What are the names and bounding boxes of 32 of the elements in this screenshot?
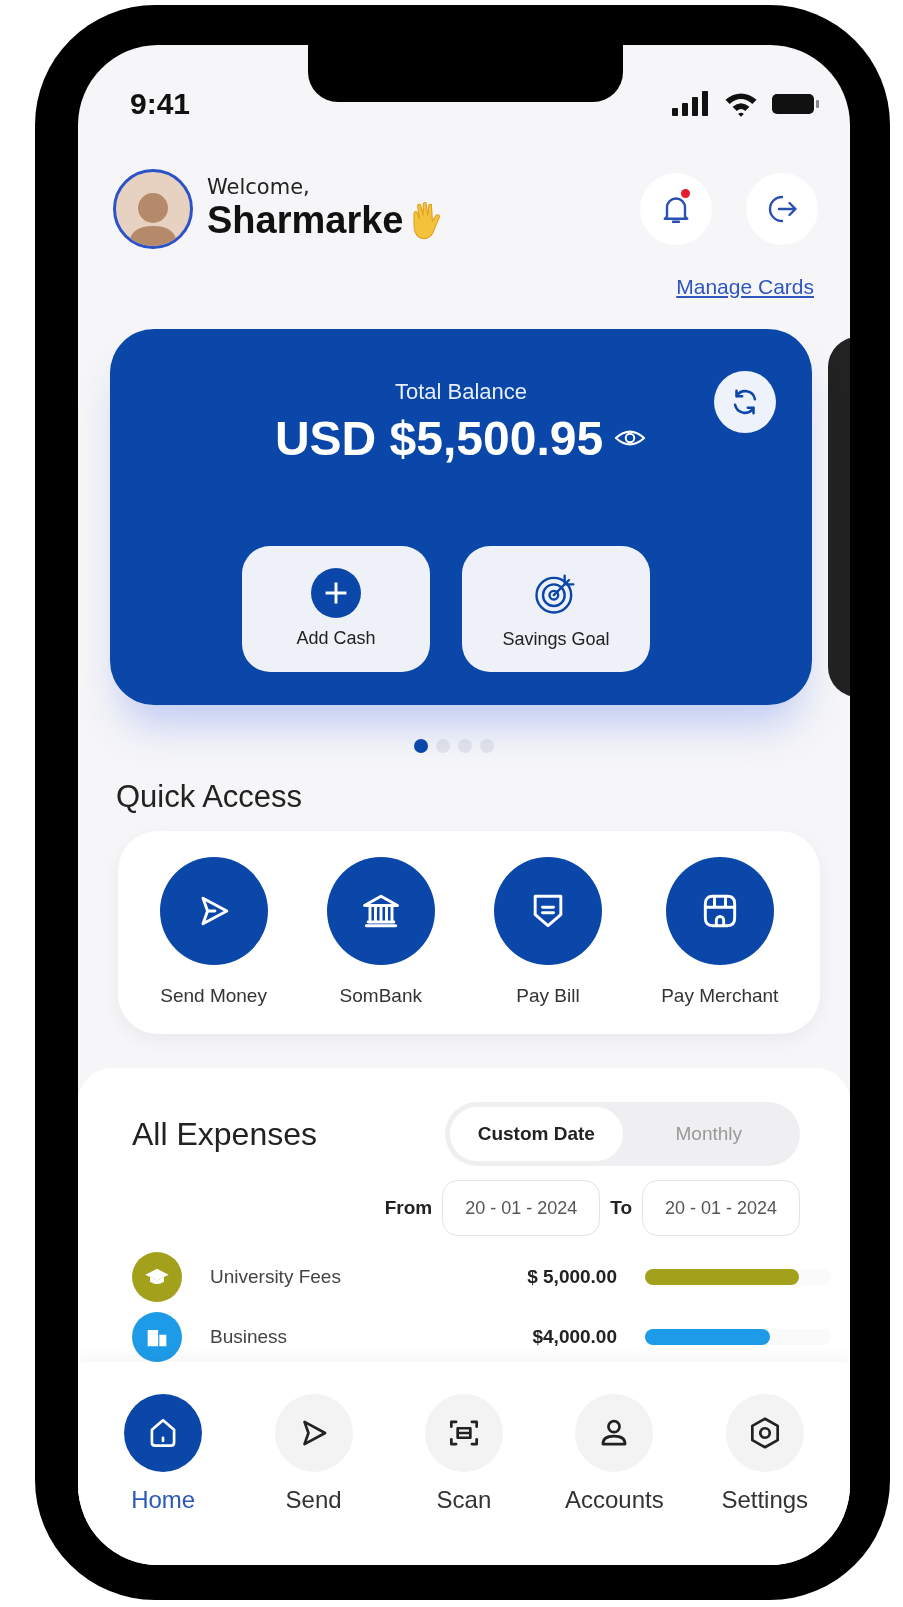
category-amount: $ 5,000.00 xyxy=(526,1266,617,1289)
carousel-dot[interactable] xyxy=(414,738,428,753)
card-action-button[interactable]: Add Cash xyxy=(242,545,430,672)
signal-icon xyxy=(672,90,710,117)
section-title: Quick Access xyxy=(115,777,304,815)
card-action-button[interactable]: Savings Goal xyxy=(462,545,650,672)
balance-label: Total Balance xyxy=(394,378,528,405)
nav-tab[interactable]: Send xyxy=(243,1394,384,1515)
nav-tab[interactable]: Home xyxy=(93,1394,234,1515)
nav-tab[interactable]: Scan xyxy=(393,1394,534,1515)
period-tab[interactable]: Custom Date xyxy=(450,1107,623,1162)
date-field[interactable]: 20 - 01 - 2024 xyxy=(442,1180,601,1237)
category-name: Business xyxy=(210,1326,289,1349)
date-field[interactable]: 20 - 01 - 2024 xyxy=(642,1180,800,1237)
section-title: All Expenses xyxy=(132,1115,317,1153)
carousel-dot[interactable] xyxy=(480,738,494,753)
add-icon xyxy=(311,568,361,619)
user-name: Sharmarke xyxy=(207,199,404,243)
manage-cards-link[interactable]: Manage Cards xyxy=(676,274,814,299)
nav-tab[interactable]: Accounts xyxy=(544,1394,685,1515)
carousel-dot[interactable] xyxy=(458,738,472,753)
from-label: From xyxy=(384,1197,433,1220)
nav-tab[interactable]: Settings xyxy=(694,1394,835,1515)
battery-icon xyxy=(772,91,820,116)
welcome-text: Welcome, xyxy=(207,174,311,199)
wifi-icon xyxy=(724,90,758,117)
to-label: To xyxy=(610,1197,632,1220)
category-name: University Fees xyxy=(210,1266,342,1289)
balance-amount: USD $5,500.95 xyxy=(274,410,604,466)
category-amount: $4,000.00 xyxy=(531,1326,617,1349)
status-time: 9:41 xyxy=(130,86,191,121)
carousel-dot[interactable] xyxy=(436,738,450,753)
